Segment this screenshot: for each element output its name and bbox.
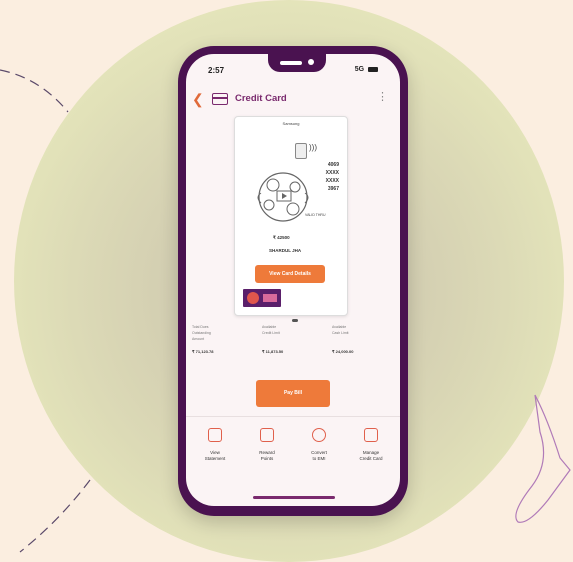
card-number-part: XXXX [325, 170, 339, 176]
card-number-part: 3967 [327, 186, 339, 192]
phone-screen: 2:57 5G ❮ Credit Card ⋮ Samsung ))) 4069… [186, 54, 400, 506]
home-indicator[interactable] [253, 496, 335, 499]
page-title: Credit Card [235, 93, 287, 104]
action-label: Reward Points [259, 450, 275, 461]
stat-label: Total Dues Outstanding Amount [192, 325, 211, 341]
action-label: Convert to EMI [311, 450, 327, 461]
logo-bar [263, 294, 277, 302]
chip-icon [295, 143, 307, 159]
action-manage-card[interactable]: Manage Credit Card [346, 428, 396, 462]
credit-card-image: Samsung ))) 4069 XXXX XXXX 3967 VALID TH… [234, 116, 348, 316]
manage-card-icon [364, 428, 378, 442]
stat-label: Available Credit Limit [262, 325, 280, 335]
emi-icon [312, 428, 326, 442]
action-view-statement[interactable]: View Statement [190, 428, 240, 462]
stat-value: ₹ 71,123.78 [192, 349, 214, 354]
card-number-part: 4069 [327, 162, 339, 168]
stat-value: ₹ 11,873.50 [262, 349, 284, 354]
credit-card-icon [212, 93, 228, 105]
battery-icon [368, 66, 378, 72]
contactless-icon: ))) [309, 143, 317, 152]
more-menu-icon[interactable]: ⋮ [377, 92, 388, 103]
status-time: 2:57 [208, 66, 225, 75]
card-number-part: XXXX [325, 178, 339, 184]
card-holder-name: SHARDUL JHA [269, 248, 302, 253]
status-bar: 2:57 5G [186, 54, 400, 78]
card-stats: Total Dues Outstanding Amount ₹ 71,123.7… [186, 324, 400, 376]
action-convert-emi[interactable]: Convert to EMI [294, 428, 344, 462]
action-reward-points[interactable]: Reward Points [242, 428, 292, 462]
quick-actions: View Statement Reward Points Convert to … [186, 428, 400, 478]
camera-dot [308, 59, 314, 65]
divider [186, 416, 400, 417]
card-limit: ₹ 42500 [273, 235, 290, 240]
stat-label: Available Cash Limit [332, 325, 349, 335]
stat-value: ₹ 24,000.00 [332, 349, 354, 354]
action-label: Manage Credit Card [359, 450, 383, 461]
pay-bill-button[interactable]: Pay Bill [256, 380, 330, 407]
card-brand: Samsung [282, 121, 300, 126]
stat-total-dues: Total Dues Outstanding Amount ₹ 71,123.7… [192, 324, 256, 354]
back-arrow-icon[interactable]: ❮ [192, 92, 204, 106]
stat-cash-limit: Available Cash Limit ₹ 24,000.00 [332, 324, 396, 354]
gift-icon [260, 428, 274, 442]
view-card-details-button[interactable]: View Card Details [255, 265, 325, 283]
notch [268, 54, 326, 72]
logo-circle [247, 292, 259, 304]
statement-icon [208, 428, 222, 442]
action-label: View Statement [204, 450, 226, 461]
card-valid-thru: VALID THRU [305, 213, 326, 217]
stat-credit-limit: Available Credit Limit ₹ 11,873.50 [262, 324, 326, 354]
phone-frame: 2:57 5G ❮ Credit Card ⋮ Samsung ))) 4069… [178, 46, 408, 516]
network-label: 5G [354, 66, 365, 73]
speaker [280, 61, 302, 65]
carousel-indicator [292, 319, 298, 322]
status-network: 5G [355, 66, 378, 73]
card-network-logo [243, 289, 281, 307]
card-number: 4069 XXXX XXXX 3967 [299, 161, 339, 193]
app-bar: ❮ Credit Card ⋮ [186, 88, 400, 112]
